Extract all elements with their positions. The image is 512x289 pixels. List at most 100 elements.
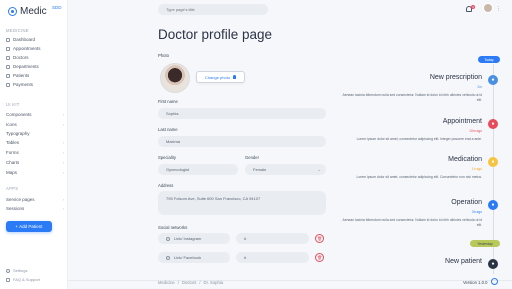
yesterday-pill: Yesterday <box>470 240 500 247</box>
sidebar-item-departments[interactable]: Departments <box>6 64 64 69</box>
patients-icon <box>6 73 10 78</box>
sidebar-item-label: Patients <box>13 73 30 78</box>
sidebar-item-maps[interactable]: Maps › <box>6 170 64 175</box>
user-avatar[interactable] <box>483 3 493 13</box>
faq-support-link[interactable]: FAQ & Support <box>6 277 40 282</box>
timeline-time: 10m ago <box>469 129 482 133</box>
gear-icon[interactable] <box>491 278 498 285</box>
sidebar-item-sessions[interactable]: Sessions › <box>6 206 64 211</box>
doctor-icon <box>6 55 10 60</box>
address-label: Address <box>158 183 174 188</box>
social-platform-field[interactable]: Link/ Instagram <box>158 233 230 244</box>
timeline-text: Aenean lacinia bibendum nulla sed consec… <box>342 218 482 227</box>
change-photo-button[interactable]: Change photo <box>196 71 245 83</box>
prescription-icon: ● <box>488 75 498 85</box>
breadcrumb-current: Dr. Sophia <box>203 280 224 285</box>
chevron-down-icon: ⌄ <box>317 167 321 172</box>
photo-label: Photo <box>158 53 169 58</box>
sidebar-item-label: Appointments <box>13 46 41 51</box>
timeline-title: Medication <box>448 156 482 163</box>
sidebar-item-label: Doctors <box>13 55 29 60</box>
sidebar-item-tables[interactable]: Tables › <box>6 140 64 145</box>
timeline-title: New prescription <box>429 74 482 81</box>
breadcrumb-separator: / <box>177 280 179 285</box>
social-handle-field[interactable]: # <box>236 233 309 244</box>
last-name-field[interactable]: Maxima <box>158 136 326 147</box>
sidebar-item-label: Icons <box>6 122 17 127</box>
breadcrumb: Medicine / Doctors / Dr. Sophia <box>158 280 223 285</box>
sidebar-item-label: Sessions <box>6 206 25 211</box>
breadcrumb-doctors[interactable]: Doctors <box>182 280 196 285</box>
help-icon <box>6 277 10 282</box>
sidebar-item-appointments[interactable]: Appointments <box>6 46 64 51</box>
calendar-icon <box>6 46 10 51</box>
sidebar-item-icons[interactable]: Icons › <box>6 122 64 127</box>
chevron-right-icon: › <box>62 197 64 202</box>
gender-value: Female <box>253 167 267 172</box>
patient-icon: ● <box>488 259 498 269</box>
sidebar-item-label: Dashboard <box>13 37 36 42</box>
sidebar-item-service-pages[interactable]: Service pages › <box>6 197 64 202</box>
app-name: Medic <box>20 6 47 17</box>
timeline-title: Operation <box>451 199 482 206</box>
social-platform-value: Link/ Instagram <box>174 236 202 241</box>
social-platform-field[interactable]: Link/ Facebook <box>158 252 230 263</box>
sidebar-item-payments[interactable]: Payments <box>6 82 64 87</box>
timeline-text: Lorem ipsum dolor sit amet, consectetur … <box>356 175 482 179</box>
speciality-field[interactable]: Gynecologist <box>158 164 238 175</box>
sidebar-item-typography[interactable]: Typography <box>6 131 64 136</box>
gear-icon <box>6 268 10 273</box>
logo-icon <box>8 7 17 16</box>
footer-divider <box>68 280 512 281</box>
breadcrumb-separator: / <box>199 280 201 285</box>
add-patient-button[interactable]: + Add Patient <box>6 221 52 232</box>
version-label: Version 1.0.0 <box>463 280 488 285</box>
sidebar-item-doctors[interactable]: Doctors <box>6 55 64 60</box>
settings-link[interactable]: Settings <box>6 268 27 273</box>
sidebar-item-label: Components <box>6 112 32 117</box>
search-input[interactable] <box>158 4 268 15</box>
social-handle-field[interactable]: # <box>236 252 309 263</box>
social-networks-label: Social networks <box>158 225 188 230</box>
sidebar-item-label: Service pages <box>6 197 35 202</box>
app-version-tag: SDD <box>52 5 62 10</box>
sidebar-item-label: Departments <box>13 64 39 69</box>
timeline-title: New patient <box>445 258 482 265</box>
chevron-right-icon: › <box>62 122 64 127</box>
operation-icon: ● <box>488 200 498 210</box>
medication-icon: ● <box>488 157 498 167</box>
delete-button[interactable]: 🗑 <box>315 253 324 262</box>
timeline-time: 2m <box>477 85 482 89</box>
gender-select[interactable]: Female ⌄ <box>245 164 326 175</box>
chevron-right-icon: › <box>62 140 64 145</box>
link-icon <box>166 255 170 260</box>
sidebar-item-charts[interactable]: Charts › <box>6 160 64 165</box>
sidebar-item-label: Payments <box>13 82 34 87</box>
first-name-label: First name <box>158 99 178 104</box>
delete-button[interactable]: 🗑 <box>315 234 324 243</box>
notifications-button[interactable]: 3 <box>465 5 475 14</box>
payment-icon <box>6 82 10 87</box>
link-icon <box>166 236 170 241</box>
sidebar-item-label: Typography <box>6 131 30 136</box>
sidebar-item-label: Maps <box>6 170 18 175</box>
sidebar-item-components[interactable]: Components › <box>6 112 64 117</box>
section-apps: APPS <box>6 186 19 191</box>
chevron-right-icon: › <box>62 206 64 211</box>
page-title: Doctor profile page <box>158 27 273 42</box>
chevron-right-icon: › <box>62 160 64 165</box>
sidebar-item-dashboard[interactable]: Dashboard <box>6 37 64 42</box>
address-field[interactable]: 795 Folsom Ave, Suite 600 San Francisco,… <box>158 191 326 215</box>
more-menu-icon[interactable]: ⋮ <box>496 6 501 12</box>
app-logo[interactable]: Medic SDD <box>8 5 62 17</box>
first-name-field[interactable]: Sophia <box>158 108 326 119</box>
dashboard-icon <box>6 37 10 42</box>
sidebar-item-forms[interactable]: Forms › <box>6 150 64 155</box>
breadcrumb-medicine[interactable]: Medicine <box>158 280 175 285</box>
speciality-label: Speciality <box>158 155 176 160</box>
trash-icon: 🗑 <box>316 236 323 241</box>
sidebar-item-patients[interactable]: Patients <box>6 73 64 78</box>
chevron-right-icon: › <box>62 170 64 175</box>
faq-support-label: FAQ & Support <box>13 277 40 282</box>
last-name-label: Last name <box>158 127 178 132</box>
